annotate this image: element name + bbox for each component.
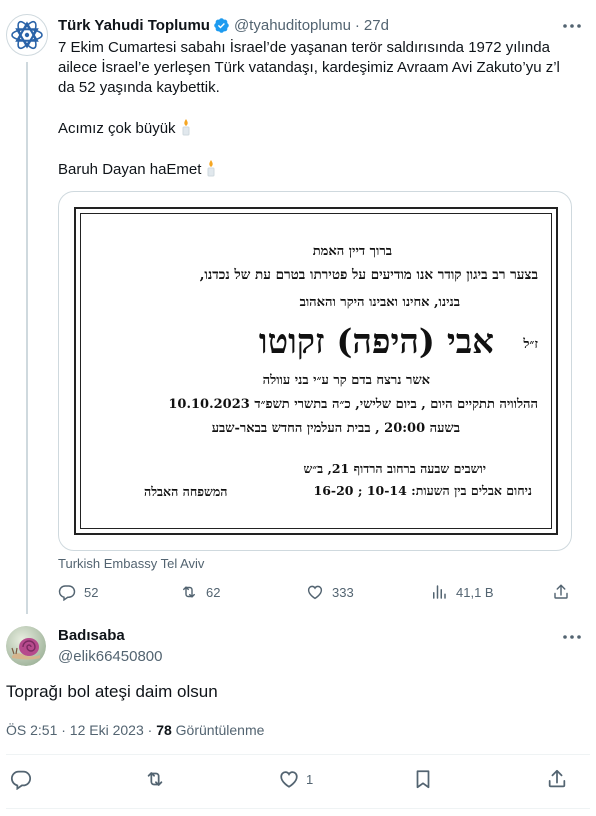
tweet-text-line: 7 Ekim Cumartesi sabahı İsrael’de yaşana… xyxy=(58,39,550,56)
candle-icon xyxy=(207,160,215,177)
reply-author-handle[interactable]: @elik66450800 xyxy=(58,648,162,665)
tweet-text-blessing: Baruh Dayan haEmet xyxy=(58,161,202,178)
more-options-icon xyxy=(563,24,581,28)
reply-view-count: 78 xyxy=(156,722,172,738)
reply-repost-button[interactable] xyxy=(144,768,166,790)
reply-like-count: 1 xyxy=(306,771,314,787)
tweet-text-grief: Acımız çok büyük xyxy=(58,120,176,137)
candle-icon xyxy=(182,119,190,136)
community-logo-icon xyxy=(8,16,46,54)
tweet-text-line: da 52 yaşında kaybettik. xyxy=(58,79,220,96)
author-name[interactable]: Türk Yahudi Toplumu xyxy=(58,17,210,34)
reply-icon xyxy=(58,585,76,601)
repost-button[interactable]: 62 xyxy=(180,583,220,601)
reply-bookmark-button[interactable] xyxy=(412,768,434,790)
notice-line: אשר נרצח בדם קר ע״י בני עוולה xyxy=(262,373,430,388)
reply-share-button[interactable] xyxy=(546,768,568,790)
tweet-header: Türk Yahudi Toplumu @tyahuditoplumu · 27… xyxy=(58,15,389,35)
author-avatar[interactable] xyxy=(6,14,48,56)
views-icon xyxy=(433,585,446,599)
like-icon xyxy=(307,585,323,600)
like-count: 333 xyxy=(332,584,354,600)
reply-metadata: ÖS 2:51 · 12 Eki 2023 · 78 Görüntülenme xyxy=(6,722,264,738)
snail-avatar-image xyxy=(6,626,46,666)
views-button[interactable]: 41,1 B xyxy=(430,583,494,601)
reply-button[interactable]: 52 xyxy=(58,583,98,601)
share-icon xyxy=(554,584,568,599)
tweet-text-line: Baruh Dayan haEmet xyxy=(58,159,588,180)
notice-line: ניחום אבלים בין השעות: 10-14 ; 16-20 xyxy=(313,483,532,498)
thread-connector-line xyxy=(26,62,28,614)
author-handle[interactable]: @tyahuditoplumu xyxy=(234,17,351,34)
tweet-text-line: Acımız çok büyük xyxy=(58,118,588,139)
like-icon xyxy=(280,771,298,788)
reply-like-button[interactable]: 1 xyxy=(278,768,313,790)
notice-signature: המשפחה האבלה xyxy=(144,484,228,499)
verified-badge-icon xyxy=(214,17,229,33)
notice-line: בצער רב ביגון קודר אנו מודיעים על פטירתו… xyxy=(199,267,538,283)
death-notice-frame xyxy=(80,213,552,529)
tweet-action-bar: 52 62 333 41,1 B xyxy=(58,583,580,603)
notice-line: ברוך דיין האמת xyxy=(312,244,392,259)
share-button[interactable] xyxy=(552,583,570,601)
share-icon xyxy=(548,769,566,788)
notice-honorific: ז״ל xyxy=(523,337,538,352)
reply-more-options-button[interactable] xyxy=(560,627,584,647)
reply-author-name[interactable]: Badısaba xyxy=(58,627,125,644)
notice-line: בנינו, אחינו ואבינו היקר והאהוב xyxy=(299,295,460,310)
death-notice: ברוך דיין האמת בצער רב ביגון קודר אנו מו… xyxy=(74,207,558,535)
repost-icon xyxy=(147,772,163,786)
media-source-label[interactable]: Turkish Embassy Tel Aviv xyxy=(58,556,204,571)
reply-action-bar: 1 xyxy=(6,768,590,794)
more-options-button[interactable] xyxy=(560,16,584,36)
reply-author-avatar[interactable] xyxy=(6,626,46,666)
reply-views-label: Görüntülenme xyxy=(171,722,265,738)
notice-deceased-name: אבי (היפה) זקוטו xyxy=(258,322,494,362)
like-button[interactable]: 333 xyxy=(306,583,354,601)
repost-icon xyxy=(183,586,195,598)
notice-line: בשעה 20:00 , בבית העלמין החדש בבאר-שבע xyxy=(211,421,460,436)
notice-line: יושבים שבעה ברחוב הרדוף 21, ב״ש xyxy=(303,461,486,476)
more-options-icon xyxy=(563,635,581,639)
tweet-text-line: ailece İsrael’e yerleşen Türk vatandaşı,… xyxy=(58,59,560,76)
divider xyxy=(6,808,590,809)
reply-text: Toprağı bol ateşi daim olsun xyxy=(6,682,218,701)
reply-count: 52 xyxy=(84,584,99,600)
reply-reply-button[interactable] xyxy=(10,768,32,790)
bookmark-icon xyxy=(416,770,430,789)
reply-icon xyxy=(10,770,32,790)
separator-dot: · xyxy=(354,16,360,34)
reply-timestamp[interactable]: ÖS 2:51 · 12 Eki 2023 · xyxy=(6,722,156,738)
divider xyxy=(6,754,590,755)
tweet-time[interactable]: 27d xyxy=(364,17,389,34)
notice-line: ההלוויה תתקיים היום , ביום שלישי, כ״ה בת… xyxy=(168,397,538,412)
tweet-text: 7 Ekim Cumartesi sabahı İsrael’de yaşana… xyxy=(58,38,588,180)
tweet-media-image[interactable]: ברוך דיין האמת בצער רב ביגון קודר אנו מו… xyxy=(58,191,572,551)
view-count: 41,1 B xyxy=(456,584,494,600)
repost-count: 62 xyxy=(206,584,221,600)
